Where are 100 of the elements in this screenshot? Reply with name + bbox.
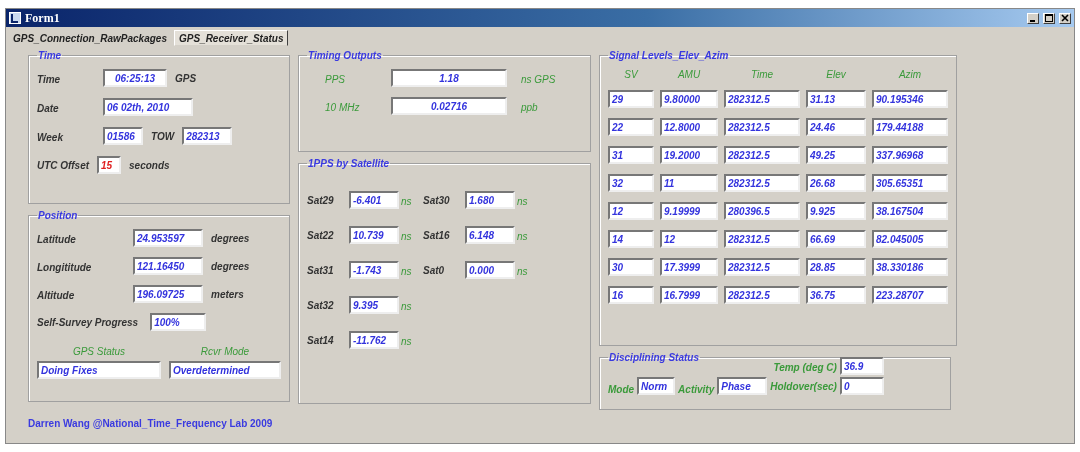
table-cell[interactable]: 12 bbox=[660, 230, 718, 248]
tab[interactable]: GPS_Connection_RawPackages bbox=[8, 30, 172, 46]
value-field[interactable]: -1.743 bbox=[349, 261, 399, 279]
footer-credit: Darren Wang @National_Time_Frequency Lab 2009 bbox=[27, 417, 274, 429]
column-header: Elev bbox=[826, 69, 846, 80]
group-title: Disciplining Status bbox=[608, 352, 700, 363]
value-field[interactable]: 0.000 bbox=[465, 261, 515, 279]
table-cell[interactable]: 22 bbox=[608, 118, 654, 136]
field-label: Temp (deg C) bbox=[773, 362, 837, 373]
table-cell[interactable]: 29 bbox=[608, 90, 654, 108]
field-label: Rcvr Mode bbox=[200, 346, 250, 357]
field-label: Self-Survey Progress bbox=[37, 316, 139, 328]
table-cell[interactable]: 282312.5 bbox=[724, 118, 800, 136]
field-label: Activity bbox=[678, 384, 715, 395]
table-cell[interactable]: 282312.5 bbox=[724, 174, 800, 192]
field-label: Sat22 bbox=[307, 229, 335, 241]
field-label: ns bbox=[401, 336, 412, 347]
table-cell[interactable]: 38.330186 bbox=[872, 258, 948, 276]
field-label: 10 MHz bbox=[325, 102, 360, 113]
field-label: degrees bbox=[211, 232, 250, 244]
table-cell[interactable]: 30 bbox=[608, 258, 654, 276]
table-cell[interactable]: 179.44188 bbox=[872, 118, 948, 136]
value-field[interactable]: 06:25:13 bbox=[103, 69, 167, 87]
table-cell[interactable]: 9.80000 bbox=[660, 90, 718, 108]
table-cell[interactable]: 26.68 bbox=[806, 174, 866, 192]
value-field[interactable]: 1.18 bbox=[391, 69, 507, 87]
table-cell[interactable]: 282312.5 bbox=[724, 230, 800, 248]
table-cell[interactable]: 280396.5 bbox=[724, 202, 800, 220]
table-cell[interactable]: 282312.5 bbox=[724, 90, 800, 108]
table-cell[interactable]: 82.045005 bbox=[872, 230, 948, 248]
value-field[interactable]: 36.9 bbox=[839, 357, 884, 375]
field-label: PPS bbox=[325, 74, 345, 85]
value-field[interactable]: -6.401 bbox=[349, 191, 399, 209]
field-label: GPS Status bbox=[72, 346, 126, 357]
table-cell[interactable]: 24.46 bbox=[806, 118, 866, 136]
field-label: Sat32 bbox=[307, 299, 335, 311]
close-button[interactable] bbox=[1059, 12, 1071, 24]
value-field[interactable]: 6.148 bbox=[465, 226, 515, 244]
value-field[interactable]: Doing Fixes bbox=[37, 361, 161, 379]
value-field[interactable]: 9.395 bbox=[349, 296, 399, 314]
field-label: Latitude bbox=[37, 234, 76, 245]
value-field[interactable]: 24.953597 bbox=[133, 229, 203, 247]
table-cell[interactable]: 17.3999 bbox=[660, 258, 718, 276]
field-label: GPS bbox=[175, 72, 197, 84]
value-field[interactable]: 0.02716 bbox=[391, 97, 507, 115]
group-title: Timing Outputs bbox=[307, 50, 383, 61]
field-label: Sat29 bbox=[307, 194, 335, 206]
value-field[interactable]: 01586 bbox=[103, 127, 143, 145]
field-label: ns bbox=[517, 266, 528, 277]
table-cell[interactable]: 12 bbox=[608, 202, 654, 220]
field-label: ns bbox=[401, 231, 412, 242]
table-cell[interactable]: 16.7999 bbox=[660, 286, 718, 304]
field-label: meters bbox=[211, 288, 244, 300]
value-field[interactable]: 10.739 bbox=[349, 226, 399, 244]
value-field[interactable]: -11.762 bbox=[349, 331, 399, 349]
table-cell[interactable]: 305.65351 bbox=[872, 174, 948, 192]
table-cell[interactable]: 38.167504 bbox=[872, 202, 948, 220]
field-label: Holdover(sec) bbox=[770, 380, 837, 392]
table-cell[interactable]: 337.96968 bbox=[872, 146, 948, 164]
table-cell[interactable]: 12.8000 bbox=[660, 118, 718, 136]
table-cell[interactable]: 49.25 bbox=[806, 146, 866, 164]
table-cell[interactable]: 36.75 bbox=[806, 286, 866, 304]
field-label: TOW bbox=[151, 130, 175, 142]
table-cell[interactable]: 16 bbox=[608, 286, 654, 304]
table-cell[interactable]: 282312.5 bbox=[724, 258, 800, 276]
table-cell[interactable]: 9.925 bbox=[806, 202, 866, 220]
group-title: Time bbox=[37, 50, 63, 61]
value-field[interactable]: 0 bbox=[839, 377, 884, 395]
maximize-button[interactable] bbox=[1043, 12, 1055, 24]
value-field[interactable]: 121.16450 bbox=[133, 257, 203, 275]
field-label: Week bbox=[37, 132, 63, 143]
table-cell[interactable]: 31 bbox=[608, 146, 654, 164]
value-field[interactable]: Norm bbox=[637, 377, 676, 395]
table-cell[interactable]: 28.85 bbox=[806, 258, 866, 276]
field-label: Sat14 bbox=[307, 334, 335, 346]
value-field[interactable]: Overdetermined bbox=[169, 361, 281, 379]
value-field[interactable]: 282313 bbox=[182, 127, 233, 145]
table-cell[interactable]: 66.69 bbox=[806, 230, 866, 248]
table-cell[interactable]: 32 bbox=[608, 174, 654, 192]
table-cell[interactable]: 282312.5 bbox=[724, 146, 800, 164]
table-cell[interactable]: 223.28707 bbox=[872, 286, 948, 304]
field-label: Altitude bbox=[37, 290, 75, 301]
table-cell[interactable]: 9.19999 bbox=[660, 202, 718, 220]
value-field[interactable]: 1.680 bbox=[465, 191, 515, 209]
value-field[interactable]: 15 bbox=[97, 156, 122, 174]
field-label: UTC Offset bbox=[37, 159, 90, 171]
table-cell[interactable]: 19.2000 bbox=[660, 146, 718, 164]
value-field[interactable]: 196.09725 bbox=[133, 285, 203, 303]
table-cell[interactable]: 282312.5 bbox=[724, 286, 800, 304]
table-cell[interactable]: 90.195346 bbox=[872, 90, 948, 108]
column-header: SV bbox=[624, 69, 638, 80]
table-cell[interactable]: 31.13 bbox=[806, 90, 866, 108]
value-field[interactable]: Phase bbox=[717, 377, 768, 395]
tab[interactable]: GPS_Receiver_Status bbox=[173, 30, 289, 46]
field-label: Sat0 bbox=[423, 264, 446, 276]
table-cell[interactable]: 11 bbox=[660, 174, 718, 192]
value-field[interactable]: 100% bbox=[150, 313, 207, 331]
minimize-button[interactable] bbox=[1027, 12, 1039, 24]
table-cell[interactable]: 14 bbox=[608, 230, 654, 248]
value-field[interactable]: 06 02th, 2010 bbox=[103, 98, 193, 116]
